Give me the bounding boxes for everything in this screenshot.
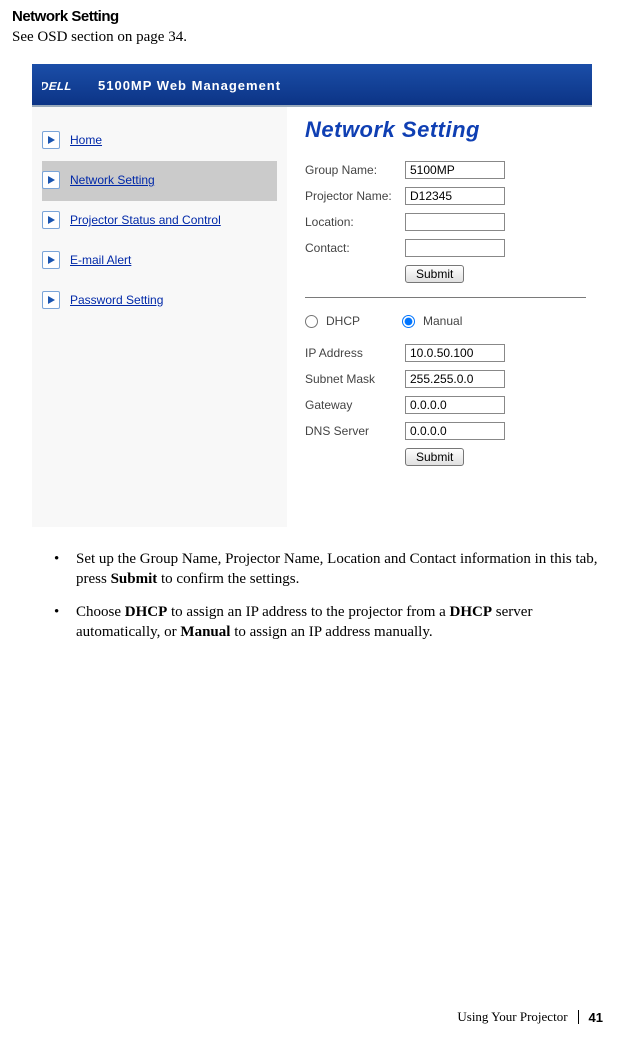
main-title: Network Setting: [305, 117, 586, 143]
radio-dhcp[interactable]: DHCP: [305, 314, 360, 328]
label-gateway: Gateway: [305, 398, 405, 412]
text-bold: Submit: [111, 571, 158, 587]
input-group-name[interactable]: [405, 161, 505, 179]
input-gateway[interactable]: [405, 396, 505, 414]
footer-section: Using Your Projector: [457, 1009, 567, 1025]
sidebar-item-label: Home: [70, 133, 102, 147]
text: Choose: [76, 604, 125, 620]
label-dns: DNS Server: [305, 424, 405, 438]
row-gateway: Gateway: [305, 396, 586, 414]
bullet-marker: •: [54, 549, 76, 590]
sidebar-item-home[interactable]: Home: [42, 121, 277, 161]
sidebar-item-projector-status[interactable]: Projector Status and Control: [42, 201, 277, 241]
sidebar-item-network-setting[interactable]: Network Setting: [42, 161, 277, 201]
row-submit-1: Submit: [305, 265, 586, 283]
row-subnet: Subnet Mask: [305, 370, 586, 388]
radio-row: DHCP Manual: [305, 314, 586, 328]
screenshot-container: DELL 5100MP Web Management Home Network …: [32, 64, 592, 527]
row-ip: IP Address: [305, 344, 586, 362]
arrow-icon: [42, 171, 60, 189]
bullet-1: • Set up the Group Name, Projector Name,…: [54, 549, 599, 590]
page-section-subtitle: See OSD section on page 34.: [12, 29, 607, 46]
sidebar-item-email-alert[interactable]: E-mail Alert: [42, 241, 277, 281]
footer-page-number: 41: [589, 1010, 603, 1025]
sidebar-item-label: Projector Status and Control: [70, 213, 221, 227]
screenshot-header-title: 5100MP Web Management: [98, 78, 281, 93]
submit-button-2[interactable]: Submit: [405, 448, 464, 466]
input-contact[interactable]: [405, 239, 505, 257]
arrow-icon: [42, 211, 60, 229]
arrow-icon: [42, 251, 60, 269]
screenshot-body: Home Network Setting Projector Status an…: [32, 107, 592, 527]
radio-manual-input[interactable]: [402, 315, 415, 328]
sidebar-item-password-setting[interactable]: Password Setting: [42, 281, 277, 321]
row-submit-2: Submit: [305, 448, 586, 466]
footer-separator: [578, 1010, 579, 1024]
text-bold: Manual: [180, 624, 230, 640]
text: to confirm the settings.: [157, 571, 299, 587]
text: to assign an IP address to the projector…: [167, 604, 449, 620]
arrow-icon: [42, 291, 60, 309]
page-section-title: Network Setting: [12, 8, 607, 25]
bullet-2-text: Choose DHCP to assign an IP address to t…: [76, 602, 599, 643]
radio-manual[interactable]: Manual: [402, 314, 462, 328]
radio-manual-label: Manual: [423, 314, 462, 328]
input-ip[interactable]: [405, 344, 505, 362]
arrow-icon: [42, 131, 60, 149]
screenshot-header: DELL 5100MP Web Management: [32, 64, 592, 107]
sidebar-item-label: Network Setting: [70, 173, 155, 187]
input-location[interactable]: [405, 213, 505, 231]
footer: Using Your Projector 41: [457, 1009, 603, 1025]
label-group-name: Group Name:: [305, 163, 405, 177]
bullet-1-text: Set up the Group Name, Projector Name, L…: [76, 549, 599, 590]
input-subnet[interactable]: [405, 370, 505, 388]
radio-dhcp-input[interactable]: [305, 315, 318, 328]
text: to assign an IP address manually.: [230, 624, 432, 640]
label-projector-name: Projector Name:: [305, 189, 405, 203]
row-contact: Contact:: [305, 239, 586, 257]
svg-text:DELL: DELL: [42, 80, 74, 93]
dell-logo: DELL: [42, 79, 90, 93]
sidebar-item-label: E-mail Alert: [70, 253, 131, 267]
label-ip: IP Address: [305, 346, 405, 360]
radio-dhcp-label: DHCP: [326, 314, 360, 328]
sidebar: Home Network Setting Projector Status an…: [32, 107, 287, 527]
divider: [305, 297, 586, 298]
input-projector-name[interactable]: [405, 187, 505, 205]
sidebar-item-label: Password Setting: [70, 293, 163, 307]
input-dns[interactable]: [405, 422, 505, 440]
row-location: Location:: [305, 213, 586, 231]
row-projector-name: Projector Name:: [305, 187, 586, 205]
bullet-marker: •: [54, 602, 76, 643]
label-subnet: Subnet Mask: [305, 372, 405, 386]
text-bold: DHCP: [450, 604, 493, 620]
label-location: Location:: [305, 215, 405, 229]
row-dns: DNS Server: [305, 422, 586, 440]
main-panel: Network Setting Group Name: Projector Na…: [287, 107, 592, 527]
row-group-name: Group Name:: [305, 161, 586, 179]
bullet-list: • Set up the Group Name, Projector Name,…: [54, 549, 599, 642]
bullet-2: • Choose DHCP to assign an IP address to…: [54, 602, 599, 643]
submit-button-1[interactable]: Submit: [405, 265, 464, 283]
label-contact: Contact:: [305, 241, 405, 255]
text-bold: DHCP: [125, 604, 168, 620]
